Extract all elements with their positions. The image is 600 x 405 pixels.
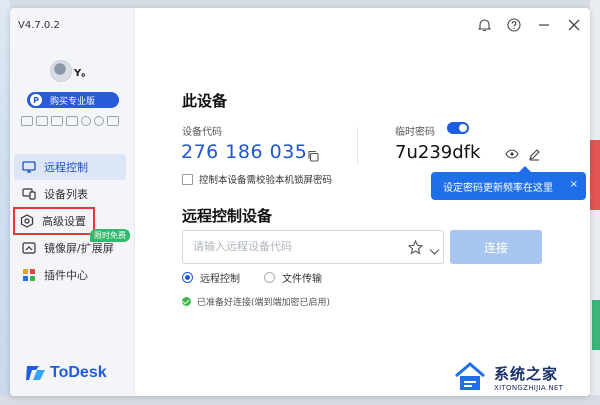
version-label: V4.7.0.2 [18, 20, 60, 31]
desktop-background [0, 0, 10, 405]
image-icon[interactable] [21, 116, 33, 126]
watermark-cn: 系统之家 [494, 364, 559, 383]
check-icon [182, 297, 191, 306]
more-icon[interactable] [107, 116, 119, 126]
mirror-icon [22, 241, 36, 255]
sidebar-item-label: 设备列表 [44, 188, 88, 201]
todesk-logo-icon [26, 366, 45, 380]
this-device-heading: 此设备 [182, 92, 228, 110]
logo-text: ToDesk [50, 364, 107, 381]
edit-icon[interactable] [528, 146, 541, 161]
tooltip-text: 设定密码更新频率在这里 [443, 182, 553, 194]
remote-code-input[interactable] [191, 239, 395, 254]
status-icon-row [21, 116, 119, 126]
device-code-label: 设备代码 [182, 127, 222, 138]
watermark-en: XITONGZHIJIA.NET [494, 383, 564, 392]
sidebar-item-mirror-extend[interactable]: 镜像屏/扩展屏 限时免费 [14, 229, 130, 261]
divider [357, 127, 358, 165]
checkbox-label: 控制本设备需校验本机锁屏密码 [199, 175, 333, 186]
sidebar-nav: 远程控制 设备列表 高级设置 镜像屏/扩展屏 限时免费 插件中心 [13, 154, 130, 289]
sidebar-item-label: 插件中心 [44, 269, 88, 282]
remote-device-heading: 远程控制设备 [182, 207, 273, 225]
chevron-down-icon[interactable] [429, 242, 440, 255]
radio-label: 文件传输 [282, 274, 322, 285]
connection-status: 已准备好连接(端到端加密已启用) [182, 295, 330, 308]
radio-dot[interactable] [264, 272, 275, 283]
tooltip-close-icon[interactable]: × [570, 179, 578, 190]
temp-password-value: 7u239dfk [395, 142, 481, 163]
avatar[interactable] [50, 60, 72, 82]
radio-remote-control[interactable]: 远程控制 [182, 270, 240, 285]
site-watermark: 系统之家 XITONGZHIJIA.NET [452, 355, 592, 399]
pro-badge-icon: P [30, 94, 42, 106]
free-tag-badge: 限时免费 [90, 229, 130, 242]
star-icon[interactable] [407, 239, 424, 255]
username: Y。 [74, 68, 92, 79]
eye-icon[interactable] [505, 146, 519, 160]
mode-radio-group: 远程控制 文件传输 [182, 270, 322, 285]
todesk-window: V4.7.0.2 Y。 P 购买专业版 远程控制 设备列表 高级设置 镜像屏/扩… [10, 8, 590, 396]
bell-icon[interactable] [476, 17, 492, 33]
radio-label: 远程控制 [200, 274, 240, 285]
house-logo-icon [455, 362, 485, 390]
buy-pro-label: 购买专业版 [50, 96, 96, 107]
sidebar: V4.7.0.2 Y。 P 购买专业版 远程控制 设备列表 高级设置 镜像屏/扩… [10, 8, 135, 396]
devices-icon [22, 187, 36, 201]
chat-icon[interactable] [51, 116, 63, 126]
close-icon[interactable] [566, 17, 582, 33]
radio-file-transfer[interactable]: 文件传输 [264, 270, 322, 285]
sidebar-item-advanced-settings[interactable]: 高级设置 [13, 207, 95, 235]
main-panel: 此设备 设备代码 276 186 035 临时密码 7u239dfk 控制本设备… [134, 8, 590, 396]
desktop-decor [590, 140, 600, 210]
sidebar-item-device-list[interactable]: 设备列表 [14, 181, 126, 207]
remote-code-field[interactable] [182, 230, 444, 264]
sidebar-item-label: 远程控制 [44, 161, 88, 174]
status-text: 已准备好连接(端到端加密已启用) [197, 298, 331, 308]
connect-button[interactable]: 连接 [450, 230, 542, 264]
checkbox-box[interactable] [182, 173, 193, 185]
mic-icon[interactable] [81, 116, 91, 126]
settings-icon [20, 214, 34, 228]
temp-password-label: 临时密码 [395, 127, 435, 138]
plugin-icon [22, 268, 36, 282]
camera-icon[interactable] [94, 116, 104, 126]
help-icon[interactable] [506, 17, 522, 33]
radio-dot[interactable] [182, 272, 193, 283]
device-code-value: 276 186 035 [181, 141, 308, 163]
lock-screen-password-checkbox[interactable]: 控制本设备需校验本机锁屏密码 [182, 172, 332, 186]
todesk-logo: ToDesk [26, 364, 107, 382]
buy-pro-button[interactable]: P 购买专业版 [27, 92, 119, 108]
sidebar-item-label: 高级设置 [42, 215, 86, 228]
desktop-decor [592, 300, 600, 350]
minimize-icon[interactable] [536, 17, 552, 33]
temp-password-toggle[interactable] [447, 122, 469, 134]
password-frequency-tooltip: 设定密码更新频率在这里 × [431, 166, 586, 200]
sidebar-item-remote-control[interactable]: 远程控制 [14, 154, 126, 180]
sidebar-item-label: 镜像屏/扩展屏 [44, 242, 114, 255]
file-icon[interactable] [66, 116, 78, 126]
monitor-icon [22, 160, 36, 174]
window-controls [476, 17, 582, 33]
copy-icon[interactable] [307, 147, 319, 162]
sidebar-item-plugin-center[interactable]: 插件中心 [14, 262, 126, 288]
screen-icon[interactable] [36, 116, 48, 126]
